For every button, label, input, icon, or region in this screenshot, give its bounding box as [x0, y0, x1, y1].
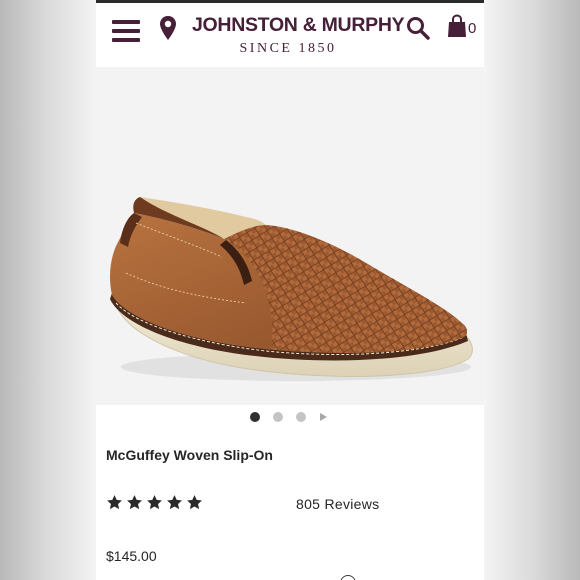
carousel-dot-1[interactable] — [250, 412, 260, 422]
product-image-carousel[interactable] — [96, 67, 484, 405]
carousel-next-icon[interactable] — [320, 413, 327, 421]
star-rating[interactable] — [106, 494, 206, 514]
partial-icon — [340, 575, 356, 580]
site-header: JOHNSTON & MURPHY SINCE 1850 0 — [96, 3, 484, 67]
star-icon — [167, 495, 182, 510]
cart-count: 0 — [468, 20, 477, 37]
star-icon — [107, 495, 122, 510]
reviews-link[interactable]: 805 Reviews — [296, 496, 379, 512]
menu-icon-line — [112, 29, 140, 33]
product-image — [110, 197, 473, 381]
menu-icon[interactable] — [112, 19, 140, 43]
carousel-dot-3[interactable] — [296, 412, 306, 422]
phone-screen: JOHNSTON & MURPHY SINCE 1850 0 McGuffey … — [96, 0, 484, 580]
product-name: McGuffey Woven Slip-On — [106, 447, 273, 463]
star-icon — [147, 495, 162, 510]
shopping-bag-icon[interactable] — [447, 14, 467, 38]
product-price: $145.00 — [106, 548, 157, 564]
star-icon — [187, 495, 202, 510]
logo-tagline: SINCE 1850 — [239, 41, 337, 56]
carousel-indicators — [96, 411, 484, 423]
star-icon — [127, 495, 142, 510]
menu-icon-line — [112, 38, 140, 42]
location-pin-icon[interactable] — [159, 15, 177, 41]
menu-icon-line — [112, 20, 140, 24]
carousel-dot-2[interactable] — [273, 412, 283, 422]
logo-wordmark: JOHNSTON & MURPHY — [192, 14, 405, 36]
search-icon[interactable] — [406, 16, 430, 40]
brand-logo[interactable]: JOHNSTON & MURPHY SINCE 1850 — [192, 13, 405, 58]
